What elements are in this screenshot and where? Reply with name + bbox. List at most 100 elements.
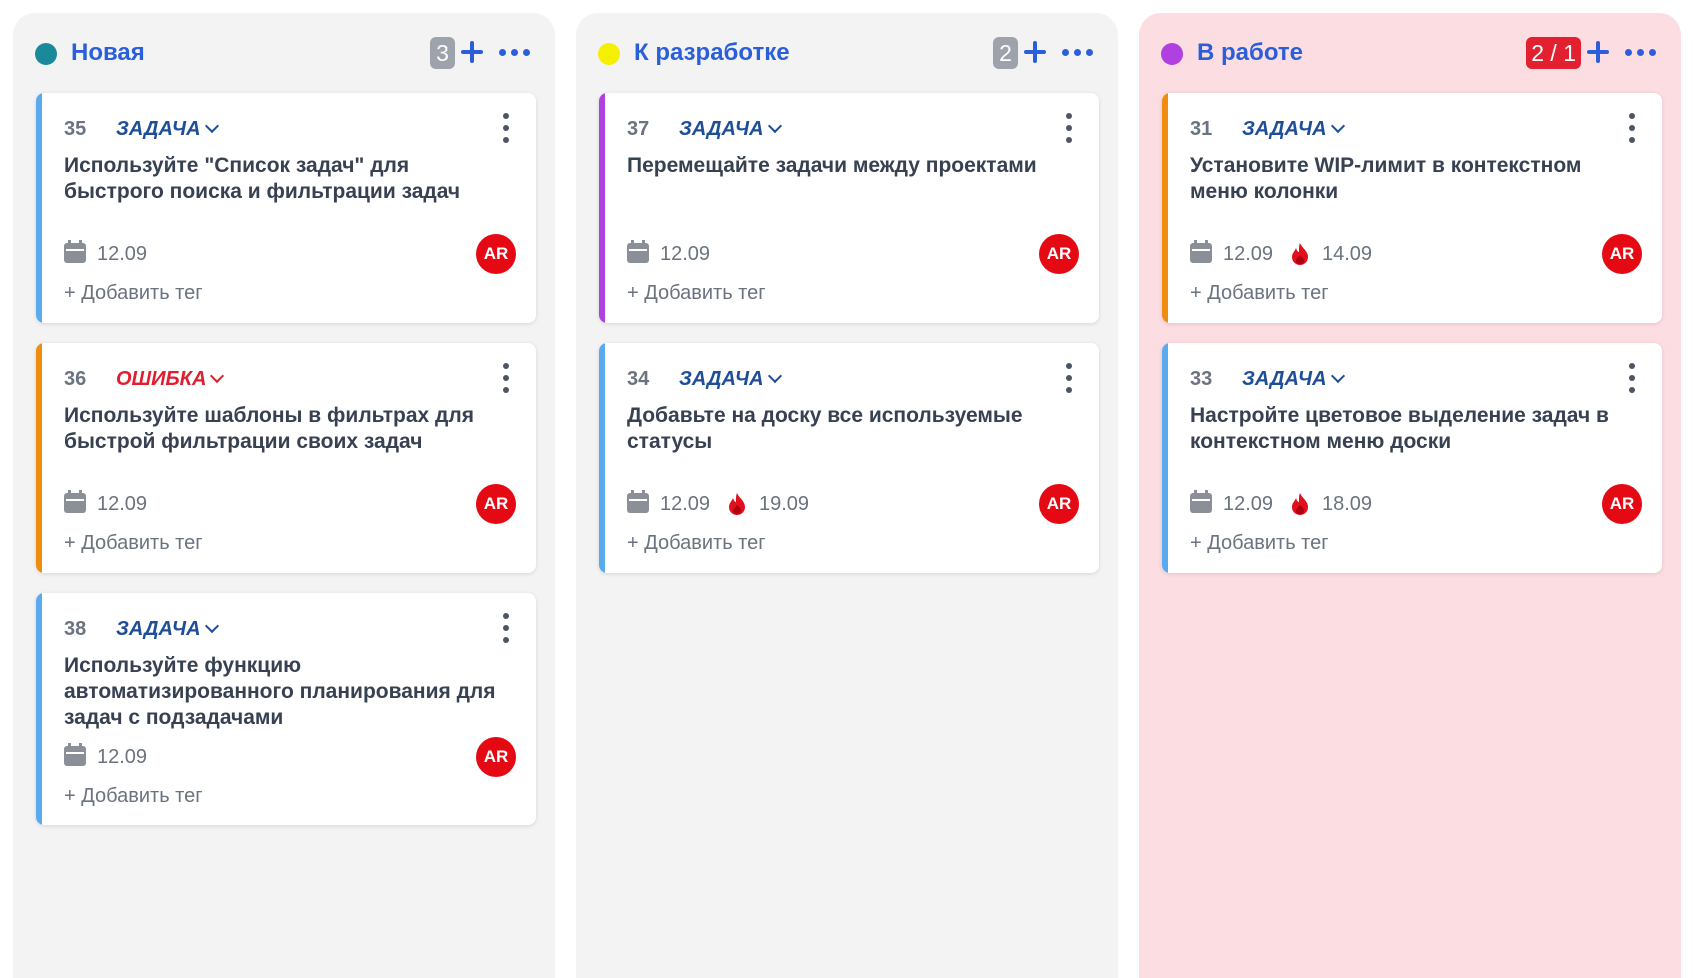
- chevron-down-icon: [1330, 368, 1345, 384]
- task-type-dropdown[interactable]: ЗАДАЧА: [679, 115, 782, 143]
- column-more-horizontal-icon[interactable]: [497, 35, 533, 69]
- card-more-vertical-icon[interactable]: [496, 111, 516, 145]
- task-card[interactable]: 35 ЗАДАЧА Используйте "Список задач" для б…: [36, 93, 536, 323]
- chevron-down-icon: [204, 118, 219, 134]
- assignee-avatar[interactable]: AR: [1602, 234, 1642, 274]
- task-title[interactable]: Настройте цветовое выделение задач в кон…: [1190, 403, 1630, 455]
- column-0: Новая 3 35 ЗАДАЧА Используйте "Список задач"…: [13, 13, 555, 978]
- task-card[interactable]: 34 ЗАДАЧА Добавьте на доску все используем…: [599, 343, 1099, 573]
- task-title[interactable]: Добавьте на доску все используемые стату…: [627, 403, 1067, 455]
- column-header: В работе 2 / 1: [1139, 13, 1681, 93]
- task-count-badge: 2 / 1: [1526, 37, 1581, 69]
- add-tag-button[interactable]: + Добавить тег: [1190, 279, 1329, 307]
- task-card[interactable]: 36 ОШИБКА Используйте шаблоны в фильтрах д…: [36, 343, 536, 573]
- task-number: 34: [627, 368, 650, 390]
- add-tag-button[interactable]: + Добавить тег: [627, 279, 766, 307]
- priority-stripe: [1162, 93, 1168, 323]
- assignee-avatar[interactable]: AR: [1602, 484, 1642, 524]
- priority-stripe: [36, 593, 42, 825]
- column-more-horizontal-icon[interactable]: [1623, 35, 1659, 69]
- task-title[interactable]: Используйте "Список задач" для быстрого …: [64, 153, 504, 205]
- task-card[interactable]: 37 ЗАДАЧА Перемещайте задачи между проекта…: [599, 93, 1099, 323]
- task-type-label: ЗАДАЧА: [1242, 118, 1327, 140]
- add-task-plus-icon[interactable]: [455, 35, 489, 69]
- chevron-down-icon: [204, 618, 219, 634]
- task-type-dropdown[interactable]: ЗАДАЧА: [679, 365, 782, 393]
- status-dot-icon: [1161, 43, 1183, 65]
- card-more-vertical-icon[interactable]: [1059, 361, 1079, 395]
- kanban-board: Новая 3 35 ЗАДАЧА Используйте "Список задач"…: [0, 0, 1694, 978]
- chevron-down-icon: [210, 368, 225, 384]
- assignee-avatar[interactable]: AR: [476, 234, 516, 274]
- add-task-plus-icon[interactable]: [1581, 35, 1615, 69]
- card-more-vertical-icon[interactable]: [1059, 111, 1079, 145]
- task-number: 33: [1190, 368, 1213, 390]
- task-type-label: ОШИБКА: [116, 368, 207, 390]
- task-type-label: ЗАДАЧА: [116, 118, 201, 140]
- column-title[interactable]: К разработке: [634, 37, 790, 69]
- task-type-dropdown[interactable]: ЗАДАЧА: [116, 115, 219, 143]
- priority-stripe: [36, 93, 42, 323]
- add-tag-button[interactable]: + Добавить тег: [627, 529, 766, 557]
- card-more-vertical-icon[interactable]: [496, 361, 516, 395]
- chevron-down-icon: [1330, 118, 1345, 134]
- assignee-avatar[interactable]: AR: [1039, 234, 1079, 274]
- add-tag-button[interactable]: + Добавить тег: [1190, 529, 1329, 557]
- created-date: 12.09: [660, 243, 711, 265]
- task-title[interactable]: Используйте шаблоны в фильтрах для быстр…: [64, 403, 504, 455]
- calendar-icon: [64, 743, 86, 766]
- calendar-icon: [64, 240, 86, 263]
- column-title[interactable]: В работе: [1197, 37, 1303, 69]
- assignee-avatar[interactable]: AR: [476, 737, 516, 777]
- calendar-icon: [1190, 240, 1212, 263]
- priority-stripe: [1162, 343, 1168, 573]
- task-type-dropdown[interactable]: ЗАДАЧА: [1242, 115, 1345, 143]
- assignee-avatar[interactable]: AR: [1039, 484, 1079, 524]
- deadline-date: 19.09: [759, 493, 810, 515]
- task-meta-row: 12.09 AR: [64, 737, 516, 777]
- created-date: 12.09: [1223, 243, 1274, 265]
- add-tag-button[interactable]: + Добавить тег: [64, 279, 203, 307]
- task-card[interactable]: 38 ЗАДАЧА Используйте функцию автоматизиро…: [36, 593, 536, 825]
- task-meta-row: 12.09 AR: [64, 234, 516, 274]
- task-meta-row: 12.09 AR: [64, 484, 516, 524]
- column-header: Новая 3: [13, 13, 555, 93]
- add-task-plus-icon[interactable]: [1018, 35, 1052, 69]
- task-number: 31: [1190, 118, 1213, 140]
- priority-stripe: [599, 93, 605, 323]
- task-card[interactable]: 33 ЗАДАЧА Настройте цветовое выделение зад…: [1162, 343, 1662, 573]
- created-date: 12.09: [660, 493, 711, 515]
- task-meta-row: 12.09 AR: [627, 234, 1079, 274]
- created-date: 12.09: [97, 746, 148, 768]
- task-title[interactable]: Установите WIP-лимит в контекстном меню …: [1190, 153, 1630, 205]
- task-meta-row: 12.09 18.09 AR: [1190, 484, 1642, 524]
- task-type-dropdown[interactable]: ЗАДАЧА: [1242, 365, 1345, 393]
- card-more-vertical-icon[interactable]: [496, 611, 516, 645]
- task-meta-row: 12.09 19.09 AR: [627, 484, 1079, 524]
- calendar-icon: [1190, 490, 1212, 513]
- card-more-vertical-icon[interactable]: [1622, 111, 1642, 145]
- column-more-horizontal-icon[interactable]: [1060, 35, 1096, 69]
- task-type-label: ЗАДАЧА: [679, 118, 764, 140]
- priority-stripe: [36, 343, 42, 573]
- status-dot-icon: [35, 43, 57, 65]
- task-type-label: ЗАДАЧА: [116, 618, 201, 640]
- card-more-vertical-icon[interactable]: [1622, 361, 1642, 395]
- column-2: В работе 2 / 1 31 ЗАДАЧА Установите WIP-лими…: [1139, 13, 1681, 978]
- add-tag-button[interactable]: + Добавить тег: [64, 782, 203, 810]
- chevron-down-icon: [767, 118, 782, 134]
- calendar-icon: [627, 490, 649, 513]
- task-type-label: ЗАДАЧА: [1242, 368, 1327, 390]
- column-title[interactable]: Новая: [71, 37, 145, 69]
- assignee-avatar[interactable]: AR: [476, 484, 516, 524]
- add-tag-button[interactable]: + Добавить тег: [64, 529, 203, 557]
- task-title[interactable]: Используйте функцию автоматизированного …: [64, 653, 504, 731]
- fire-icon: [1292, 243, 1308, 265]
- task-title[interactable]: Перемещайте задачи между проектами: [627, 153, 1067, 179]
- task-meta-row: 12.09 14.09 AR: [1190, 234, 1642, 274]
- task-count-badge: 2: [993, 37, 1018, 69]
- task-type-dropdown[interactable]: ОШИБКА: [116, 365, 225, 393]
- status-dot-icon: [598, 43, 620, 65]
- task-type-dropdown[interactable]: ЗАДАЧА: [116, 615, 219, 643]
- task-card[interactable]: 31 ЗАДАЧА Установите WIP-лимит в контекстн…: [1162, 93, 1662, 323]
